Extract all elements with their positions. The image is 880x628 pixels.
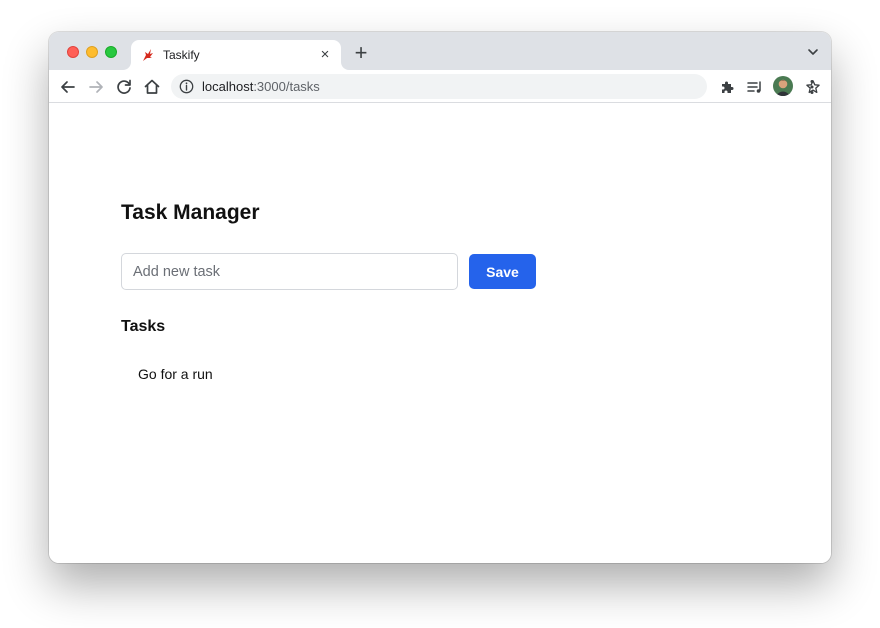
tab-taskify[interactable]: Taskify × — [131, 40, 341, 70]
browser-window: Taskify × + localhost:3000/tasks Task Ma… — [49, 32, 831, 563]
new-task-input[interactable] — [121, 253, 458, 290]
home-icon[interactable] — [141, 76, 163, 98]
profile-avatar[interactable] — [773, 76, 793, 96]
url-host: localhost — [202, 79, 254, 94]
avatar-image — [773, 76, 793, 96]
page-title: Task Manager — [121, 201, 260, 224]
forward-arrow-icon[interactable] — [85, 76, 107, 98]
url-text: localhost:3000/tasks — [202, 79, 320, 94]
back-arrow-icon[interactable] — [57, 76, 79, 98]
extensions-icon[interactable] — [719, 79, 735, 95]
task-list: Go for a run — [138, 366, 213, 382]
tasks-heading: Tasks — [121, 318, 166, 335]
url-path: :3000/tasks — [253, 79, 320, 94]
task-item: Go for a run — [138, 366, 213, 382]
address-bar[interactable]: localhost:3000/tasks — [171, 74, 820, 99]
window-maximize-button[interactable] — [105, 46, 117, 58]
window-minimize-button[interactable] — [86, 46, 98, 58]
chevron-down-icon[interactable] — [805, 44, 821, 60]
media-icon[interactable] — [746, 79, 764, 95]
tab-strip: Taskify × + — [49, 32, 831, 70]
save-button[interactable]: Save — [469, 254, 536, 289]
taskify-logo-icon — [143, 49, 153, 61]
window-close-button[interactable] — [67, 46, 79, 58]
tab-close-icon[interactable]: × — [315, 45, 335, 65]
reload-icon[interactable] — [113, 76, 135, 98]
page-content: Task Manager Save Tasks Go for a run — [49, 103, 831, 563]
new-tab-button[interactable]: + — [349, 42, 373, 66]
info-icon[interactable] — [179, 79, 194, 94]
browser-toolbar: localhost:3000/tasks — [49, 70, 831, 103]
kebab-menu-icon[interactable] — [805, 78, 819, 96]
tab-title: Taskify — [163, 48, 200, 62]
